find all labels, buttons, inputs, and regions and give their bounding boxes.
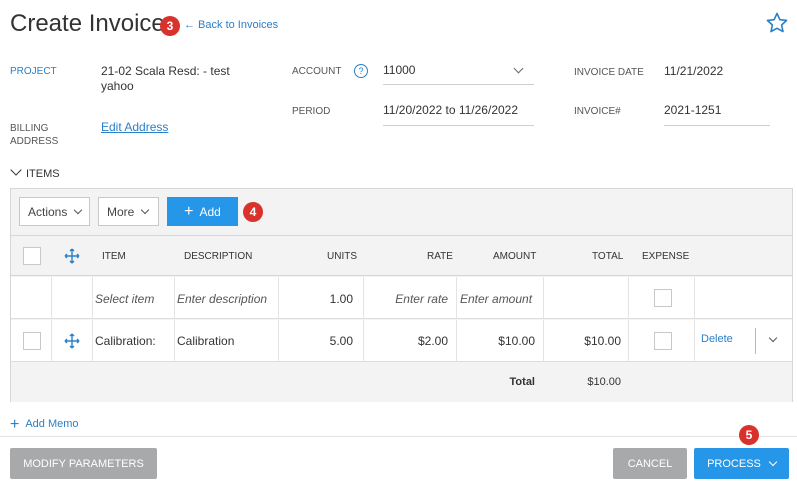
items-section-label: ITEMS [26, 168, 60, 180]
period-value: 11/20/2022 to 11/26/2022 [383, 103, 519, 117]
step-badge-3: 3 [160, 16, 180, 36]
invoice-number-label: INVOICE# [574, 106, 621, 117]
invoice-number-field[interactable]: 2021-1251 [664, 99, 770, 126]
chevron-down-icon [10, 164, 22, 176]
row-rate[interactable]: $2.00 [366, 334, 448, 348]
add-memo-link[interactable]: + Add Memo [10, 416, 79, 434]
process-button[interactable]: PROCESS [694, 448, 789, 479]
actions-dropdown[interactable]: Actions [19, 197, 90, 226]
period-label: PERIOD [292, 106, 331, 117]
table-row: Calibration: Calibration 5.00 $2.00 $10.… [11, 320, 792, 362]
cancel-button[interactable]: CANCEL [613, 448, 687, 479]
delete-row-link[interactable]: Delete [701, 333, 733, 345]
account-select[interactable]: 11000 [383, 58, 534, 85]
add-label: Add [199, 204, 221, 219]
footer-divider [0, 436, 797, 437]
project-label: PROJECT [10, 66, 57, 77]
add-memo-label: Add Memo [25, 418, 79, 430]
total-label: Total [509, 376, 535, 388]
row-total: $10.00 [584, 334, 621, 348]
invoice-date-value[interactable]: 11/21/2022 [664, 64, 723, 78]
plus-icon: + [184, 202, 194, 220]
col-expense[interactable]: EXPENSE [642, 251, 689, 262]
row-description[interactable]: Calibration [177, 334, 234, 348]
chevron-down-icon [768, 457, 778, 467]
table-header: ITEM DESCRIPTION UNITS RATE AMOUNT TOTAL… [11, 235, 792, 276]
amount-input[interactable]: Enter amount [460, 292, 532, 306]
drag-handle-icon[interactable] [64, 333, 80, 349]
col-total[interactable]: TOTAL [592, 251, 623, 262]
rate-input[interactable]: Enter rate [366, 292, 448, 306]
table-row-new: Select item Enter description 1.00 Enter… [11, 277, 792, 319]
item-select[interactable]: Select item [95, 292, 154, 306]
expense-checkbox[interactable] [654, 289, 672, 307]
row-amount[interactable]: $10.00 [460, 334, 535, 348]
invoice-number-value: 2021-1251 [664, 103, 722, 117]
units-input[interactable]: 1.00 [281, 292, 353, 306]
chevron-down-icon [141, 205, 150, 215]
star-outline-icon[interactable] [765, 11, 789, 35]
back-to-invoices-link[interactable]: ← Back to Invoices [184, 19, 278, 31]
more-dropdown[interactable]: More [98, 197, 159, 226]
move-icon [64, 248, 80, 264]
modify-parameters-button[interactable]: MODIFY PARAMETERS [10, 448, 157, 479]
period-field[interactable]: 11/20/2022 to 11/26/2022 [383, 99, 534, 126]
row-checkbox[interactable] [23, 332, 41, 350]
project-value-line2: yahoo [101, 79, 134, 93]
row-expense-checkbox[interactable] [654, 332, 672, 350]
table-total-row: Total $10.00 [11, 362, 792, 402]
billing-address-label-line2: ADDRESS [10, 136, 59, 147]
row-expand-chevron-icon[interactable] [768, 333, 778, 343]
step-badge-4: 4 [243, 202, 263, 222]
col-item[interactable]: ITEM [102, 251, 126, 262]
billing-address-label-line1: BILLING [10, 123, 49, 134]
col-amount[interactable]: AMOUNT [493, 251, 536, 262]
more-label: More [107, 204, 135, 219]
row-units[interactable]: 5.00 [281, 334, 353, 348]
total-value: $10.00 [587, 376, 621, 388]
col-rate[interactable]: RATE [427, 251, 453, 262]
items-section-toggle[interactable]: ITEMS [10, 164, 60, 180]
description-input[interactable]: Enter description [177, 292, 267, 306]
chevron-down-icon [513, 63, 524, 74]
invoice-date-label: INVOICE DATE [574, 67, 644, 78]
actions-label: Actions [28, 204, 68, 219]
account-value: 11000 [383, 63, 416, 77]
row-item[interactable]: Calibration: [95, 334, 156, 348]
step-badge-5: 5 [739, 425, 759, 445]
project-value-line1: 21-02 Scala Resd: - test [101, 64, 230, 78]
col-description[interactable]: DESCRIPTION [184, 251, 252, 262]
page-title: Create Invoice [10, 10, 165, 37]
col-units[interactable]: UNITS [327, 251, 357, 262]
edit-address-link[interactable]: Edit Address [101, 120, 168, 134]
chevron-down-icon [74, 205, 83, 215]
select-all-checkbox[interactable] [23, 247, 41, 265]
plus-icon: + [10, 416, 20, 433]
process-label: PROCESS [707, 457, 761, 470]
account-label: ACCOUNT [292, 66, 342, 77]
add-item-button[interactable]: + Add [167, 197, 238, 226]
help-icon[interactable]: ? [354, 64, 368, 78]
